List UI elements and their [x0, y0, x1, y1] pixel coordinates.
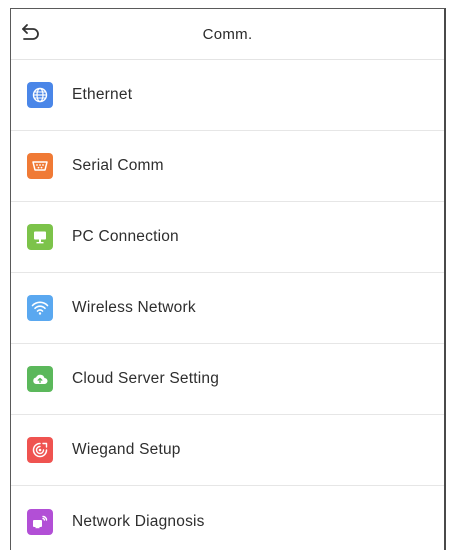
menu-item-label: Ethernet [72, 86, 133, 103]
menu-item-label: Wireless Network [72, 299, 196, 316]
back-button[interactable] [17, 22, 43, 46]
cloud-upload-icon [27, 366, 53, 392]
menu-item-label: Wiegand Setup [72, 441, 181, 458]
menu-item-network-diagnosis[interactable]: Network Diagnosis [11, 486, 444, 550]
monitor-icon [27, 224, 53, 250]
menu-item-serial-comm[interactable]: Serial Comm [11, 131, 444, 202]
menu-item-cloud-server-setting[interactable]: Cloud Server Setting [11, 344, 444, 415]
menu-item-label: Network Diagnosis [72, 512, 205, 530]
page-title: Comm. [202, 25, 253, 43]
comm-menu: Ethernet Serial Comm PC Connection Wirel… [11, 60, 444, 550]
menu-item-wireless-network[interactable]: Wireless Network [11, 273, 444, 344]
wiegand-icon [27, 437, 53, 463]
menu-item-label: Serial Comm [72, 157, 164, 174]
undo-arrow-icon [19, 23, 41, 46]
menu-item-ethernet[interactable]: Ethernet [11, 60, 444, 131]
comm-screen: Comm. Ethernet Serial Comm PC Connection… [10, 8, 446, 550]
menu-item-pc-connection[interactable]: PC Connection [11, 202, 444, 273]
serial-port-icon [27, 153, 53, 179]
network-diagnosis-icon [27, 508, 53, 535]
menu-item-wiegand-setup[interactable]: Wiegand Setup [11, 415, 444, 486]
menu-item-label: Cloud Server Setting [72, 370, 220, 387]
wifi-icon [27, 295, 53, 321]
globe-icon [27, 82, 53, 108]
menu-item-label: PC Connection [72, 228, 179, 245]
header-bar: Comm. [11, 9, 444, 60]
